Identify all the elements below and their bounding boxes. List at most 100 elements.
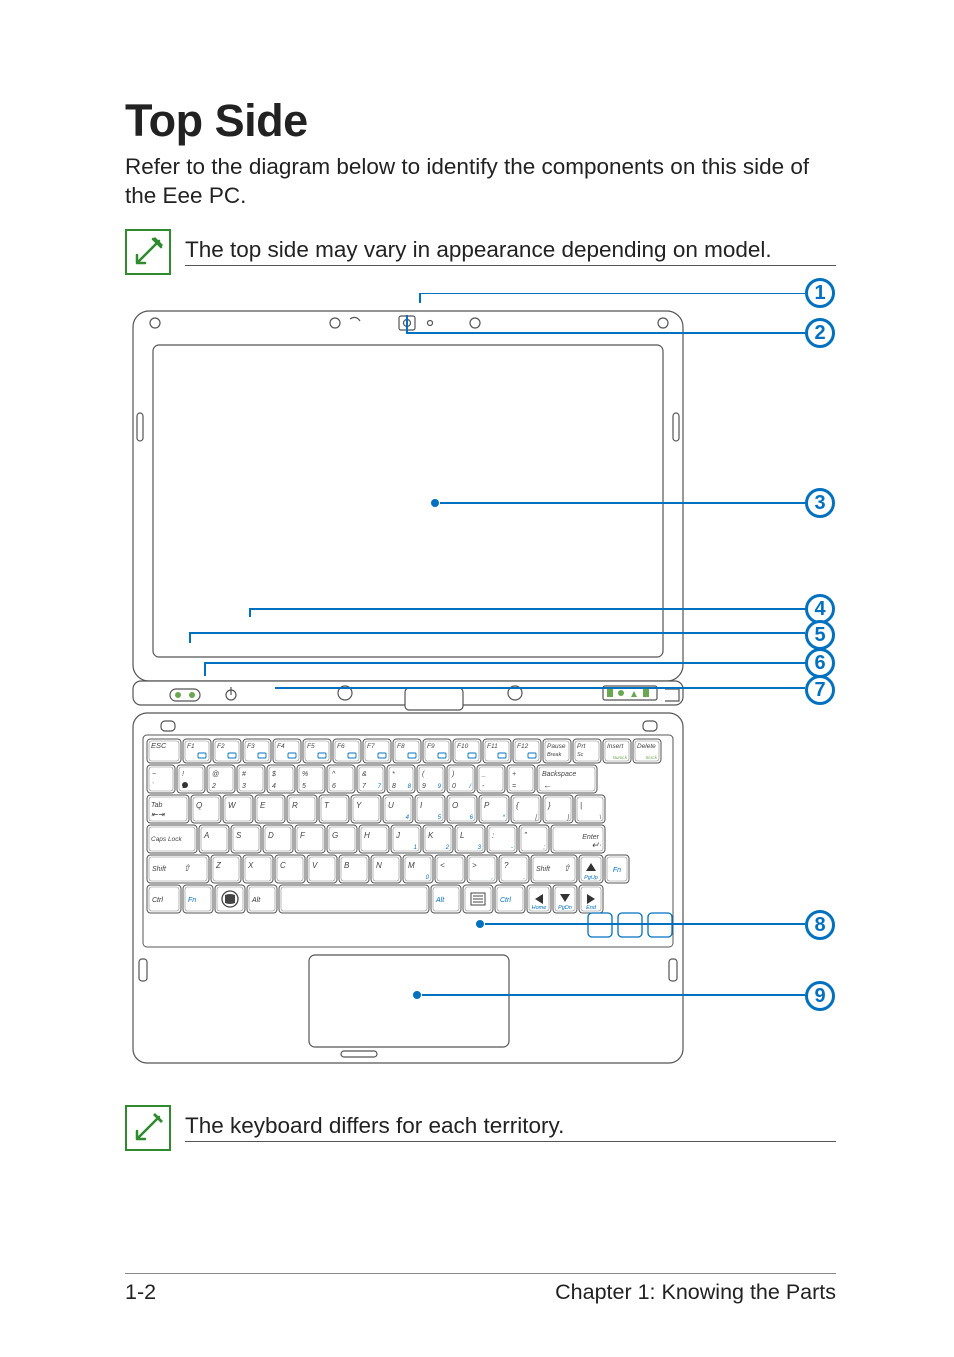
svg-text:F12: F12	[517, 743, 529, 750]
svg-text:F6: F6	[337, 743, 345, 750]
svg-text:$: $	[271, 771, 276, 778]
svg-text:Prt: Prt	[577, 743, 587, 750]
svg-text:): )	[451, 771, 454, 778]
svg-text:F5: F5	[307, 743, 315, 750]
svg-text:!: !	[182, 771, 184, 778]
svg-text:*: *	[392, 771, 395, 778]
svg-text:Break: Break	[547, 752, 562, 758]
svg-text:2: 2	[211, 783, 216, 790]
note-bottom-text: The keyboard differs for each territory.	[185, 1113, 836, 1142]
svg-text:V: V	[312, 861, 318, 870]
svg-text:PgDn: PgDn	[558, 905, 572, 911]
svg-text:Fn: Fn	[188, 897, 196, 904]
chapter-label: Chapter 1: Knowing the Parts	[555, 1280, 836, 1305]
svg-text:%: %	[302, 771, 308, 778]
laptop-diagram: ESCF1F2F3F4F5F6F7F8F9F10F11F12PauseBreak…	[125, 293, 836, 1083]
svg-text:F11: F11	[487, 743, 498, 750]
svg-text:⇧: ⇧	[563, 863, 571, 873]
svg-text:}: }	[547, 801, 551, 810]
svg-text:P: P	[484, 801, 490, 810]
svg-text:2: 2	[445, 845, 450, 851]
svg-text:Ctrl: Ctrl	[152, 897, 163, 904]
svg-text:]: ]	[566, 815, 569, 821]
svg-text:F3: F3	[247, 743, 255, 750]
svg-text:R: R	[292, 801, 298, 810]
svg-text:F7: F7	[367, 743, 375, 750]
svg-text:End: End	[586, 905, 597, 911]
svg-text:G: G	[332, 831, 338, 840]
svg-text:Delete: Delete	[637, 743, 656, 750]
callout-6: 6	[805, 648, 835, 678]
svg-text:F8: F8	[397, 743, 405, 750]
svg-text:9: 9	[422, 783, 426, 790]
svg-text:|: |	[580, 801, 582, 810]
svg-text:U: U	[388, 801, 394, 810]
svg-text:F9: F9	[427, 743, 435, 750]
svg-text:Sc: Sc	[577, 752, 584, 758]
svg-text:F2: F2	[217, 743, 225, 750]
svg-text:F4: F4	[277, 743, 285, 750]
callout-1: 1	[805, 278, 835, 308]
svg-text:Home: Home	[532, 905, 547, 911]
svg-text:-: -	[511, 845, 513, 851]
svg-text:ESC: ESC	[151, 741, 167, 750]
svg-text:Insert: Insert	[607, 743, 624, 750]
footer: 1-2 Chapter 1: Knowing the Parts	[125, 1273, 836, 1305]
note-top-text: The top side may vary in appearance depe…	[185, 237, 836, 266]
svg-text:,: ,	[491, 875, 493, 881]
svg-text:Shift: Shift	[536, 866, 551, 873]
svg-text:PgUp: PgUp	[584, 875, 598, 881]
note-icon	[125, 229, 171, 275]
svg-text:#: #	[242, 771, 246, 778]
svg-text:Q: Q	[196, 801, 202, 810]
intro-text: Refer to the diagram below to identify t…	[125, 153, 836, 211]
svg-text:Alt: Alt	[251, 897, 261, 904]
page-title: Top Side	[125, 95, 836, 147]
callout-7: 7	[805, 675, 835, 705]
note-top: The top side may vary in appearance depe…	[125, 229, 836, 275]
svg-text:4: 4	[272, 783, 276, 790]
svg-text::: :	[492, 831, 494, 840]
svg-text:←: ←	[543, 780, 552, 790]
svg-text:⇧: ⇧	[183, 863, 191, 873]
svg-text:.: .	[523, 875, 525, 881]
svg-text:O: O	[452, 801, 458, 810]
note-icon	[125, 1105, 171, 1151]
page-number: 1-2	[125, 1280, 156, 1305]
svg-text:1: 1	[414, 845, 417, 851]
svg-text:M: M	[408, 861, 415, 870]
svg-text:X: X	[247, 861, 254, 870]
svg-text:Backspace: Backspace	[542, 771, 576, 778]
svg-text:C: C	[280, 861, 286, 870]
svg-text:⇤⇥: ⇤⇥	[151, 810, 166, 819]
svg-text:F1: F1	[187, 743, 195, 750]
svg-text:ScrLk: ScrLk	[645, 755, 657, 760]
svg-text:E: E	[260, 801, 266, 810]
svg-text:D: D	[268, 831, 274, 840]
svg-text:@: @	[212, 771, 219, 778]
svg-text:H: H	[364, 831, 370, 840]
svg-text:↵: ↵	[591, 840, 599, 850]
svg-text:&: &	[362, 771, 367, 778]
svg-text:=: =	[512, 783, 516, 790]
svg-text:_: _	[481, 771, 486, 778]
svg-text:0: 0	[452, 783, 456, 790]
svg-text:?: ?	[504, 861, 509, 870]
note-bottom: The keyboard differs for each territory.	[125, 1105, 836, 1151]
svg-text:L: L	[460, 831, 464, 840]
svg-text:6: 6	[332, 783, 336, 790]
svg-text:3: 3	[242, 783, 246, 790]
svg-text:B: B	[344, 861, 350, 870]
svg-text:<: <	[440, 861, 445, 870]
svg-text:>: >	[472, 861, 477, 870]
svg-text:8: 8	[392, 783, 396, 790]
svg-text:Alt: Alt	[435, 897, 445, 904]
callout-5: 5	[805, 620, 835, 650]
svg-text:Tab: Tab	[151, 802, 163, 809]
svg-text:Pause: Pause	[547, 743, 566, 750]
svg-text:K: K	[428, 831, 434, 840]
callout-8: 8	[805, 910, 835, 940]
svg-text:N: N	[376, 861, 382, 870]
callout-3: 3	[805, 488, 835, 518]
svg-text:+: +	[512, 771, 516, 778]
